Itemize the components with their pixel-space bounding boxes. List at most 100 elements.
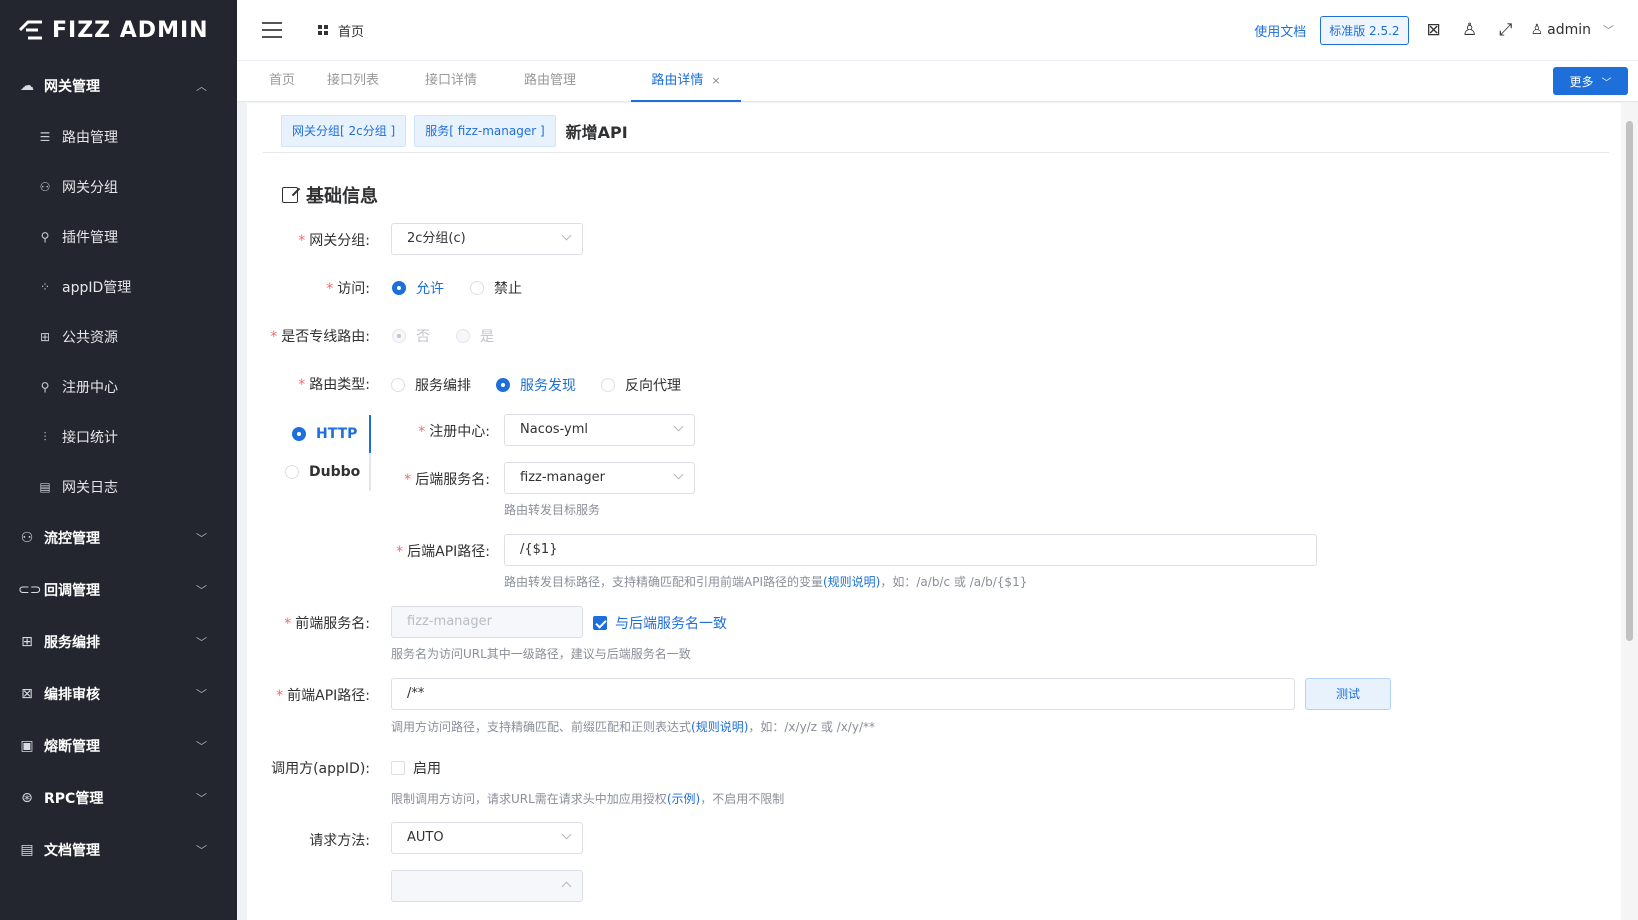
dedicated-no-radio[interactable]: 否 bbox=[392, 326, 430, 346]
access-allow-radio[interactable]: 允许 bbox=[392, 278, 444, 298]
hierarchy-icon: ⚇ bbox=[39, 180, 51, 194]
tab-home[interactable]: 首页 bbox=[257, 61, 307, 102]
sidebar-item-api-stats[interactable]: ⫶ 接口统计 bbox=[0, 412, 237, 462]
fullscreen-icon[interactable]: ⤢ bbox=[1495, 19, 1517, 41]
route-type-orchestration-radio[interactable]: 服务编排 bbox=[391, 375, 471, 395]
sidebar-item-registry[interactable]: ⚲ 注册中心 bbox=[0, 362, 237, 412]
backend-service-select[interactable]: fizz-manager bbox=[504, 462, 695, 494]
crumb-service[interactable]: 服务[ fizz-manager ] bbox=[414, 115, 556, 147]
docs-link[interactable]: 使用文档 bbox=[1254, 21, 1306, 40]
chevron-down-icon: ﹀ bbox=[1601, 77, 1612, 89]
sidebar-item-appid[interactable]: ⁘ appID管理 bbox=[0, 262, 237, 312]
user-menu[interactable]: ♙ admin ﹀ bbox=[1531, 22, 1614, 38]
caller-hint: 限制调用方访问，请求URL需在请求头中加应用授权(示例)，不启用不限制 bbox=[391, 792, 785, 806]
logo[interactable]: FIZZ ADMIN bbox=[0, 0, 237, 60]
chevron-down-icon: ﹀ bbox=[196, 688, 207, 701]
sidebar-group-docs[interactable]: ▤ 文档管理 ﹀ bbox=[0, 824, 237, 876]
sidebar-item-label: 接口统计 bbox=[62, 430, 118, 446]
scrollbar[interactable] bbox=[1621, 103, 1638, 920]
sidebar-group-callback[interactable]: ⊂⊃ 回调管理 ﹀ bbox=[0, 564, 237, 616]
chevron-down-icon: ﹀ bbox=[196, 584, 207, 597]
rpc-icon: ⊛ bbox=[21, 790, 33, 806]
caller-label: 调用方(appID): bbox=[271, 761, 370, 777]
route-type-proxy-radio[interactable]: 反向代理 bbox=[601, 375, 681, 395]
pin-icon: ⚲ bbox=[40, 380, 50, 394]
registry-label: * 注册中心: bbox=[418, 424, 490, 440]
tab-route-management[interactable]: 路由管理 bbox=[522, 61, 578, 102]
sidebar-group-rpc[interactable]: ⊛ RPC管理 ﹀ bbox=[0, 772, 237, 824]
sidebar-group-audit[interactable]: ⊠ 编排审核 ﹀ bbox=[0, 668, 237, 720]
chevron-down-icon: ﹀ bbox=[196, 740, 207, 753]
example-link[interactable]: (示例) bbox=[667, 792, 700, 806]
breaker-icon: ▣ bbox=[20, 738, 34, 754]
sidebar-group-orchestration[interactable]: ⊞ 服务编排 ﹀ bbox=[0, 616, 237, 668]
home-label: 首页 bbox=[338, 24, 365, 40]
dedicated-yes-radio[interactable]: 是 bbox=[456, 326, 494, 346]
chevron-down-icon bbox=[673, 469, 684, 480]
sidebar-group-circuit-breaker[interactable]: ▣ 熔断管理 ﹀ bbox=[0, 720, 237, 772]
frontend-service-input[interactable]: fizz-manager bbox=[391, 606, 583, 638]
content-panel: 网关分组[ 2c分组 ] 服务[ fizz-manager ] 新增API 基础… bbox=[247, 103, 1621, 920]
frontend-path-input[interactable]: /** bbox=[391, 678, 1295, 710]
sidebar-group-label: RPC管理 bbox=[44, 791, 104, 807]
sidebar-item-label: 注册中心 bbox=[62, 380, 118, 396]
sidebar-group-label: 编排审核 bbox=[44, 687, 100, 703]
gateway-group-label: * 网关分组: bbox=[298, 233, 370, 249]
frontend-path-label: * 前端API路径: bbox=[276, 688, 370, 704]
home-breadcrumb[interactable]: 首页 bbox=[318, 21, 364, 40]
close-icon[interactable]: × bbox=[711, 74, 720, 87]
grid-icon: ⁘ bbox=[39, 280, 51, 294]
next-row-select[interactable] bbox=[391, 870, 583, 902]
top-header: 首页 使用文档 标准版 2.5.2 ⊠ ♙ ⤢ ♙ admin ﹀ bbox=[237, 0, 1638, 60]
protocol-dubbo-radio[interactable]: Dubbo bbox=[285, 464, 360, 480]
rules-link[interactable]: (规则说明) bbox=[691, 720, 748, 734]
sidebar-item-label: 网关分组 bbox=[62, 180, 118, 196]
sidebar-group-label: 文档管理 bbox=[44, 843, 100, 859]
audit-icon[interactable]: ⊠ bbox=[1423, 19, 1445, 41]
pin-icon: ⚲ bbox=[40, 230, 50, 244]
hierarchy-icon: ⚇ bbox=[20, 530, 34, 546]
divider bbox=[263, 152, 1609, 153]
section-header: 基础信息 bbox=[282, 182, 378, 208]
apps-icon: ⊞ bbox=[21, 634, 33, 650]
tab-api-detail[interactable]: 接口详情 bbox=[423, 61, 479, 102]
list-icon: ☰ bbox=[39, 130, 51, 144]
sidebar-item-gateway-log[interactable]: ▤ 网关日志 bbox=[0, 462, 237, 512]
document-icon: ▤ bbox=[20, 842, 34, 858]
sidebar-group-gateway[interactable]: ☁ 网关管理 ︿ bbox=[0, 60, 237, 112]
route-type-discovery-radio[interactable]: 服务发现 bbox=[496, 375, 576, 395]
edit-icon bbox=[282, 187, 298, 203]
theme-shirt-icon[interactable]: ♙ bbox=[1459, 19, 1481, 41]
backend-path-label: * 后端API路径: bbox=[396, 544, 490, 560]
caller-enable-checkbox[interactable]: 启用 bbox=[391, 758, 441, 778]
same-as-backend-checkbox[interactable]: 与后端服务名一致 bbox=[593, 613, 727, 633]
sidebar-item-route-management[interactable]: ☰ 路由管理 bbox=[0, 112, 237, 162]
access-deny-radio[interactable]: 禁止 bbox=[470, 278, 522, 298]
backend-path-input[interactable]: /{$1} bbox=[504, 534, 1317, 566]
test-button[interactable]: 测试 bbox=[1305, 678, 1391, 710]
chevron-up-icon: ︿ bbox=[196, 80, 207, 93]
sidebar-item-gateway-group[interactable]: ⚇ 网关分组 bbox=[0, 162, 237, 212]
rules-link[interactable]: (规则说明) bbox=[823, 575, 880, 589]
sidebar-group-label: 熔断管理 bbox=[44, 739, 100, 755]
menu-toggle-icon[interactable] bbox=[262, 22, 282, 38]
gateway-group-select[interactable]: 2c分组(c) bbox=[391, 223, 583, 255]
section-title: 基础信息 bbox=[306, 186, 378, 207]
tab-api-list[interactable]: 接口列表 bbox=[325, 61, 381, 102]
sidebar-group-flow-control[interactable]: ⚇ 流控管理 ﹀ bbox=[0, 512, 237, 564]
protocol-http-radio[interactable]: HTTP bbox=[292, 426, 357, 442]
sidebar-group-label: 服务编排 bbox=[44, 635, 100, 651]
chart-icon: ⫶ bbox=[43, 429, 47, 444]
sidebar-item-plugin[interactable]: ⚲ 插件管理 bbox=[0, 212, 237, 262]
logo-text: FIZZ ADMIN bbox=[52, 17, 209, 43]
more-button[interactable]: 更多 ﹀ bbox=[1553, 67, 1628, 95]
logo-icon bbox=[18, 20, 42, 40]
sidebar-item-label: appID管理 bbox=[62, 280, 132, 296]
crumb-gateway-group[interactable]: 网关分组[ 2c分组 ] bbox=[281, 115, 407, 147]
tab-route-detail[interactable]: 路由详情 × bbox=[631, 61, 741, 102]
method-select[interactable]: AUTO bbox=[391, 822, 583, 854]
chevron-down-icon: ﹀ bbox=[196, 636, 207, 649]
sidebar-item-public-resource[interactable]: ⊞ 公共资源 bbox=[0, 312, 237, 362]
registry-select[interactable]: Nacos-yml bbox=[504, 414, 695, 446]
chevron-down-icon: ﹀ bbox=[196, 792, 207, 805]
